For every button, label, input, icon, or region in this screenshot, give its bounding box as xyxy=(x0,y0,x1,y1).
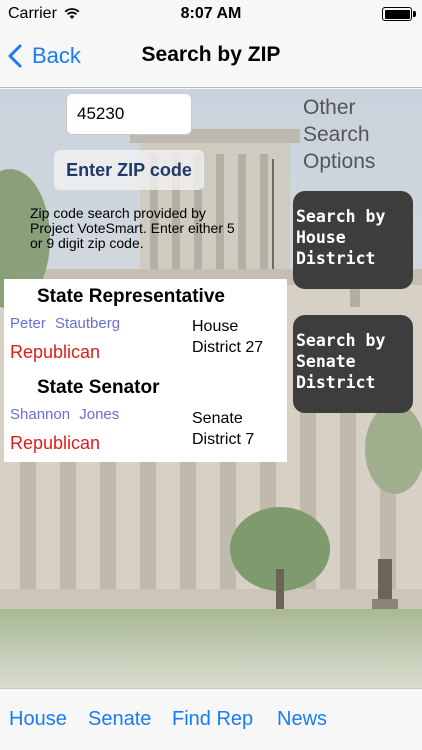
search-by-senate-district-button[interactable]: Search by Senate District xyxy=(293,315,413,413)
zip-code-input[interactable] xyxy=(66,93,192,135)
tab-senate[interactable]: Senate xyxy=(88,708,151,731)
back-button-label: Back xyxy=(32,43,81,68)
chevron-left-icon xyxy=(8,44,22,68)
tab-find-rep[interactable]: Find Rep xyxy=(172,708,253,731)
enter-zip-code-button[interactable]: Enter ZIP code xyxy=(54,150,204,190)
results-card: State Representative Peter Stautberg Rep… xyxy=(4,279,287,462)
status-time: 8:07 AM xyxy=(180,5,242,22)
representative-district: House District 27 xyxy=(192,318,264,356)
other-search-options-heading: Other Search Options xyxy=(303,96,376,173)
battery-icon xyxy=(382,7,416,21)
senator-district: Senate District 7 xyxy=(192,410,255,448)
status-bar: Carrier 8:07 AM xyxy=(0,0,422,28)
search-by-house-district-button[interactable]: Search by House District xyxy=(293,191,413,289)
tab-bar: House Senate Find Rep News xyxy=(0,688,422,750)
senator-office-title: State Senator xyxy=(37,377,160,398)
tab-news[interactable]: News xyxy=(277,708,327,731)
senator-name[interactable]: Shannon Jones xyxy=(10,406,119,423)
back-button[interactable]: Back xyxy=(8,40,81,72)
representative-party: Republican xyxy=(10,342,101,362)
representative-office-title: State Representative xyxy=(37,286,225,307)
senator-party: Republican xyxy=(10,433,101,453)
representative-name[interactable]: Peter Stautberg xyxy=(10,315,120,332)
zip-search-info-text: Zip code search provided by Project Vote… xyxy=(30,205,235,251)
tab-house[interactable]: House xyxy=(9,708,67,731)
navigation-bar: Back Search by ZIP xyxy=(0,28,422,88)
